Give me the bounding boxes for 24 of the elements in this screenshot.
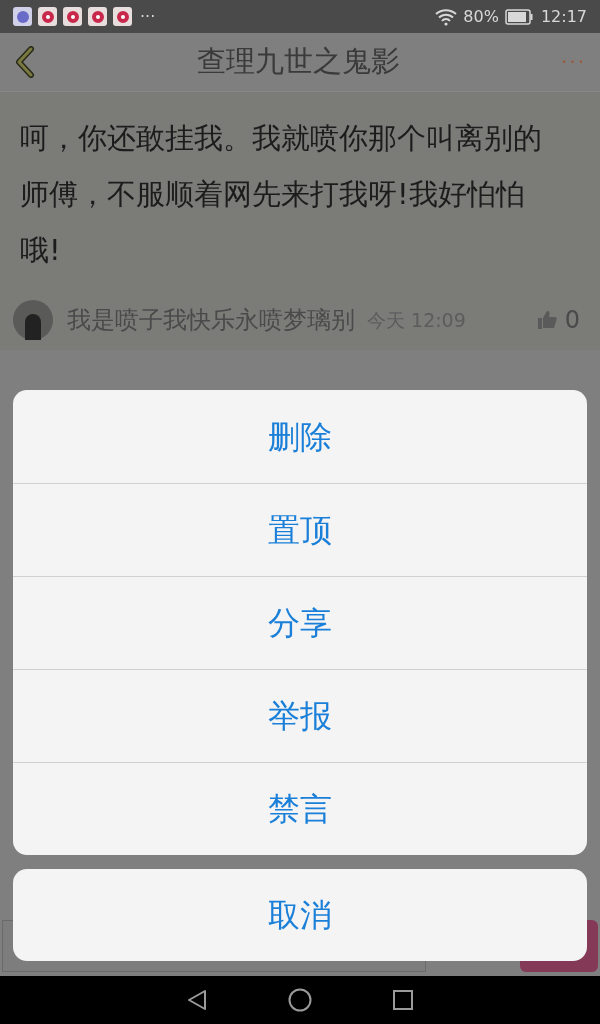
recent-apps-icon[interactable] bbox=[392, 989, 414, 1011]
post-text: 呵，你还敢挂我。我就喷你那个叫离别的师傅，不服顺着网先来打我呀!我好怕怕哦! bbox=[20, 120, 543, 269]
thumbs-up-icon[interactable] bbox=[536, 310, 557, 330]
battery-level: 80% bbox=[463, 5, 499, 28]
action-option[interactable]: 置顶 bbox=[13, 483, 587, 576]
notification-icon bbox=[88, 7, 107, 26]
back-icon[interactable] bbox=[14, 46, 36, 78]
action-option[interactable]: 分享 bbox=[13, 576, 587, 669]
action-option[interactable]: 删除 bbox=[13, 390, 587, 483]
music-app-icon bbox=[13, 7, 32, 26]
back-icon[interactable] bbox=[186, 989, 208, 1011]
avatar bbox=[13, 300, 53, 340]
page-title: 查理九世之鬼影 bbox=[195, 43, 401, 81]
cancel-menu[interactable]: 取消 bbox=[13, 869, 587, 961]
action-option[interactable]: 禁言 bbox=[13, 762, 587, 855]
battery-icon bbox=[504, 8, 533, 25]
clock: 12:17 bbox=[540, 5, 587, 28]
notification-icon bbox=[113, 7, 132, 26]
home-icon[interactable] bbox=[288, 988, 312, 1012]
notification-icon bbox=[38, 7, 57, 26]
action-option[interactable]: 举报 bbox=[13, 669, 587, 762]
notification-icon bbox=[63, 7, 82, 26]
more-notifications: ··· bbox=[140, 5, 156, 28]
wifi-icon bbox=[435, 7, 458, 26]
